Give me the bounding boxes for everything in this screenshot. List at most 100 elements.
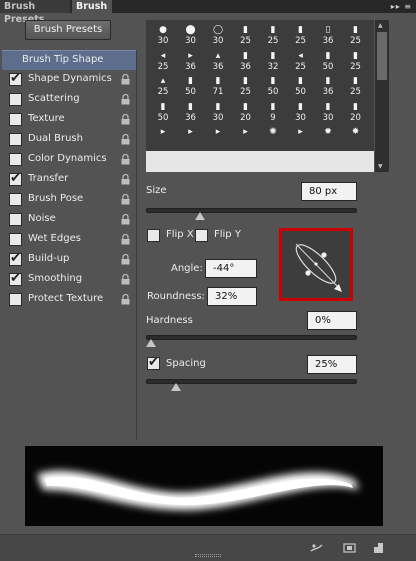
brush-tip-cell[interactable]: ▮ 50 (288, 73, 314, 98)
size-slider[interactable] (146, 208, 357, 213)
option-brush-pose[interactable]: Brush Pose (2, 190, 136, 210)
option-build-up[interactable]: ✔ Build-up (2, 250, 136, 270)
option-checkbox[interactable] (9, 133, 22, 146)
option-transfer[interactable]: ✔ Transfer (2, 170, 136, 190)
tab-brush[interactable]: Brush (72, 0, 112, 13)
spacing-slider-knob[interactable] (170, 383, 181, 391)
lock-icon[interactable] (121, 113, 130, 125)
brush-tip-cell[interactable]: ▮ 9 (260, 99, 286, 124)
brush-tip-cell[interactable]: ▸ 36 (178, 48, 204, 73)
brush-tip-cell[interactable]: ✹ (315, 124, 341, 149)
brush-tip-cell[interactable]: ▮ 50 (178, 73, 204, 98)
option-checkbox[interactable]: ✔ (9, 171, 22, 186)
brush-tip-cell[interactable]: ▮ 30 (205, 99, 231, 124)
option-color-dynamics[interactable]: Color Dynamics (2, 150, 136, 170)
roundness-input[interactable]: 32% (207, 287, 257, 306)
lock-icon[interactable] (121, 93, 130, 105)
option-smoothing[interactable]: ✔ Smoothing (2, 270, 136, 290)
brush-tip-cell[interactable]: ▮ 30 (315, 99, 341, 124)
hardness-input[interactable]: 0% (307, 311, 357, 330)
brush-tip-cell[interactable]: ◂ 25 (288, 48, 314, 73)
brush-tip-cell[interactable]: ✸ (343, 124, 369, 149)
hardness-slider[interactable] (146, 335, 357, 340)
lock-icon[interactable] (121, 233, 130, 245)
lock-icon[interactable] (121, 133, 130, 145)
option-checkbox[interactable] (9, 233, 22, 246)
brush-tip-cell[interactable]: ▮ 36 (178, 99, 204, 124)
brush-tip-cell[interactable]: ▮ 25 (233, 22, 259, 47)
option-checkbox[interactable] (9, 213, 22, 226)
option-noise[interactable]: Noise (2, 210, 136, 230)
option-wet-edges[interactable]: Wet Edges (2, 230, 136, 250)
brush-tip-cell[interactable]: ▮ 25 (343, 22, 369, 47)
brush-tip-cell[interactable]: ▮ 36 (233, 48, 259, 73)
brush-tip-cell[interactable]: ▮ 25 (343, 48, 369, 73)
lock-icon[interactable] (121, 273, 130, 285)
brush-tip-cell[interactable]: ▮ 36 (315, 73, 341, 98)
spacing-input[interactable]: 25% (307, 355, 357, 374)
flip-x-checkbox[interactable] (147, 229, 160, 242)
option-checkbox[interactable] (9, 153, 22, 166)
brush-pressure-icon[interactable] (310, 542, 323, 554)
create-preset-icon[interactable] (343, 542, 356, 554)
option-brush-tip-shape[interactable]: Brush Tip Shape (2, 50, 136, 70)
lock-icon[interactable] (121, 213, 130, 225)
option-shape-dynamics[interactable]: ✔ Shape Dynamics (2, 70, 136, 90)
brush-grid-scrollbar[interactable]: ▲ ▼ (375, 20, 389, 172)
brush-tip-cell[interactable]: ▮ 25 (343, 73, 369, 98)
option-checkbox[interactable] (9, 113, 22, 126)
brush-tip-cell[interactable]: ◂ 25 (150, 48, 176, 73)
new-brush-icon[interactable] (372, 542, 385, 554)
brush-tip-cell[interactable]: ▮ 50 (315, 48, 341, 73)
lock-icon[interactable] (121, 173, 130, 185)
option-checkbox[interactable]: ✔ (9, 271, 22, 286)
tab-brush-presets[interactable]: Brush Presets (0, 0, 70, 25)
brush-angle-roundness-widget[interactable] (279, 228, 353, 301)
panel-menu-icon[interactable]: ▸▸ ≡ (391, 0, 412, 13)
size-input[interactable]: 80 px (301, 182, 357, 201)
brush-tip-cell[interactable]: ▸ (233, 124, 259, 149)
hardness-slider-knob[interactable] (146, 339, 156, 347)
scroll-down-icon[interactable]: ▼ (378, 163, 383, 170)
brush-tip-cell[interactable]: ▸ (288, 124, 314, 149)
brush-tip-cell[interactable]: ⬤ 30 (178, 22, 204, 47)
brush-tip-cell[interactable]: ▮ 20 (233, 99, 259, 124)
option-checkbox[interactable] (9, 93, 22, 106)
angle-input[interactable]: -44° (205, 259, 257, 278)
brush-tip-cell[interactable]: ▮ 25 (233, 73, 259, 98)
lock-icon[interactable] (121, 193, 130, 205)
option-checkbox[interactable] (9, 293, 22, 306)
option-dual-brush[interactable]: Dual Brush (2, 130, 136, 150)
lock-icon[interactable] (121, 253, 130, 265)
brush-tip-cell[interactable]: ▮ 25 (288, 22, 314, 47)
option-checkbox[interactable] (9, 193, 22, 206)
brush-tip-cell[interactable]: ▮ 20 (343, 99, 369, 124)
lock-icon[interactable] (121, 153, 130, 165)
brush-tip-grid[interactable]: ● 30 ⬤ 30 ◯ 30 ▮ 25 ▮ 25 ▮ 25 ▯ 36 ▮ 25 ◂ 25 ▸ 36 ▴ 36 ▮ 36 ▮ 32 ◂… (146, 20, 374, 172)
brush-tip-cell[interactable]: ▸ (178, 124, 204, 149)
lock-icon[interactable] (121, 293, 130, 305)
resize-grip[interactable] (195, 554, 221, 557)
brush-presets-button[interactable]: Brush Presets (25, 20, 111, 40)
option-scattering[interactable]: Scattering (2, 90, 136, 110)
option-protect-texture[interactable]: Protect Texture (2, 290, 136, 310)
brush-tip-cell[interactable]: ▴ 25 (150, 73, 176, 98)
brush-tip-cell[interactable]: ▮ 71 (205, 73, 231, 98)
option-checkbox[interactable]: ✔ (9, 71, 22, 86)
brush-tip-cell[interactable]: ▸ (150, 124, 176, 149)
option-texture[interactable]: Texture (2, 110, 136, 130)
brush-tip-cell[interactable]: ▯ 36 (315, 22, 341, 47)
brush-tip-cell[interactable]: ▮ 32 (260, 48, 286, 73)
brush-tip-cell[interactable]: ✺ (260, 124, 286, 149)
scroll-thumb[interactable] (377, 32, 387, 80)
flip-y-checkbox[interactable] (195, 229, 208, 242)
scroll-up-icon[interactable]: ▲ (378, 22, 383, 29)
brush-tip-cell[interactable]: ▮ 50 (260, 73, 286, 98)
option-checkbox[interactable]: ✔ (9, 251, 22, 266)
spacing-checkbox[interactable]: ✔ (147, 355, 160, 370)
brush-tip-cell[interactable]: ◯ 30 (205, 22, 231, 47)
brush-tip-cell[interactable]: ▮ 25 (260, 22, 286, 47)
size-slider-knob[interactable] (195, 212, 206, 220)
lock-icon[interactable] (121, 73, 130, 85)
brush-tip-cell[interactable]: ▸ (205, 124, 231, 149)
